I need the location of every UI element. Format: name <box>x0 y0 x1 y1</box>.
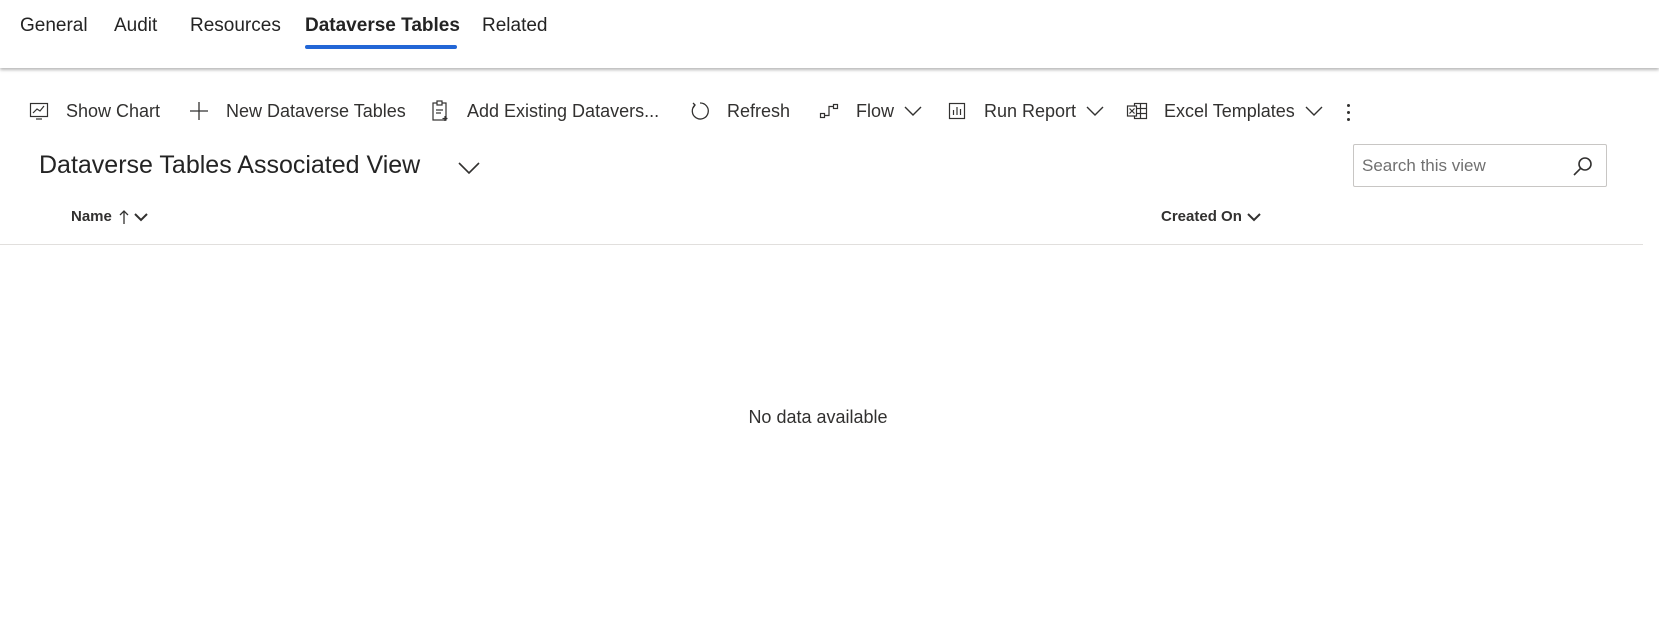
chevron-down-icon <box>134 212 148 222</box>
run-report-button[interactable]: Run Report <box>946 96 1104 126</box>
column-header-label: Created On <box>1161 208 1242 225</box>
refresh-icon <box>689 100 711 122</box>
view-selector-button[interactable] <box>456 156 482 180</box>
search-box <box>1353 144 1607 187</box>
column-header-label: Name <box>71 208 112 225</box>
tab-bar: General Audit Resources Dataverse Tables… <box>0 0 1659 68</box>
excel-templates-label: Excel Templates <box>1164 100 1295 121</box>
chevron-down-icon <box>904 105 922 117</box>
flow-icon <box>818 100 840 122</box>
excel-icon <box>1126 100 1148 122</box>
grid-header-divider <box>0 244 1643 245</box>
plus-icon <box>188 100 210 122</box>
tab-audit[interactable]: Audit <box>114 15 157 37</box>
more-commands-button[interactable] <box>1340 98 1356 126</box>
more-vertical-icon <box>1346 103 1350 107</box>
run-report-label: Run Report <box>984 100 1077 121</box>
flow-label: Flow <box>856 100 895 121</box>
flow-button[interactable]: Flow <box>818 96 922 126</box>
report-icon <box>946 100 968 122</box>
tab-related[interactable]: Related <box>482 15 548 37</box>
search-input[interactable] <box>1362 145 1562 186</box>
active-tab-indicator <box>305 45 457 49</box>
refresh-button[interactable]: Refresh <box>689 96 790 126</box>
sort-ascending-icon <box>119 209 129 225</box>
new-record-button[interactable]: New Dataverse Tables <box>188 96 406 126</box>
show-chart-label: Show Chart <box>66 100 161 121</box>
refresh-label: Refresh <box>727 100 791 121</box>
show-chart-button[interactable]: Show Chart <box>28 96 160 126</box>
column-header-name[interactable]: Name <box>71 208 148 225</box>
clipboard-add-icon <box>429 100 451 122</box>
tab-dataverse-tables[interactable]: Dataverse Tables <box>305 15 460 37</box>
tab-resources[interactable]: Resources <box>190 15 281 37</box>
chevron-down-icon <box>1247 212 1261 222</box>
empty-state-message: No data available <box>748 407 888 427</box>
column-header-created-on[interactable]: Created On <box>1161 208 1261 225</box>
add-existing-button[interactable]: Add Existing Datavers... <box>429 96 659 126</box>
view-title: Dataverse Tables Associated View <box>39 151 421 179</box>
search-icon[interactable] <box>1572 155 1594 177</box>
chevron-down-icon <box>1086 105 1104 117</box>
chevron-down-icon <box>1305 105 1323 117</box>
tab-general[interactable]: General <box>20 15 88 37</box>
excel-templates-button[interactable]: Excel Templates <box>1126 96 1323 126</box>
chart-icon <box>28 100 50 122</box>
new-record-label: New Dataverse Tables <box>226 100 406 121</box>
add-existing-label: Add Existing Datavers... <box>467 100 660 121</box>
chevron-down-icon <box>458 162 480 175</box>
